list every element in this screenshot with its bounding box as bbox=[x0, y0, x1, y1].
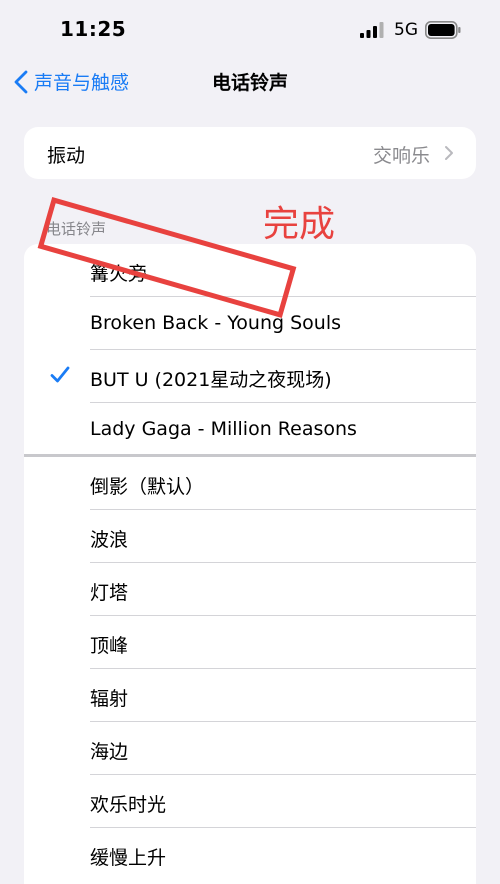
chevron-right-icon bbox=[445, 146, 453, 160]
list-item-ringtone[interactable]: 海边 bbox=[24, 722, 476, 775]
list-item-ringtone[interactable]: 波浪 bbox=[24, 510, 476, 563]
list-item-ringtone[interactable]: Lady Gaga - Million Reasons bbox=[24, 403, 476, 456]
page-title: 电话铃声 bbox=[211, 72, 288, 94]
ringtone-list: 篝火旁 Broken Back - Young Souls BUT U (202… bbox=[24, 244, 476, 884]
ringtone-label: 灯塔 bbox=[90, 582, 129, 604]
ringtone-label: 欢乐时光 bbox=[90, 794, 167, 816]
ringtone-label: 倒影（默认） bbox=[90, 476, 205, 498]
ringtone-label: 顶峰 bbox=[90, 635, 129, 657]
ringtone-label: Lady Gaga - Million Reasons bbox=[90, 418, 357, 440]
list-item-ringtone[interactable]: 欢乐时光 bbox=[24, 775, 476, 828]
ringtone-label: BUT U (2021星动之夜现场) bbox=[90, 369, 332, 391]
checkmark-icon bbox=[50, 366, 70, 383]
list-item-ringtone[interactable]: 灯塔 bbox=[24, 563, 476, 616]
list-item-ringtone[interactable]: 辐射 bbox=[24, 669, 476, 722]
vibration-value: 交响乐 bbox=[372, 145, 430, 167]
ringtone-label: 波浪 bbox=[90, 529, 129, 551]
ringtone-label: 缓慢上升 bbox=[90, 847, 167, 869]
list-item-ringtone[interactable]: 倒影（默认） bbox=[24, 457, 476, 510]
list-item-ringtone-selected[interactable]: BUT U (2021星动之夜现场) bbox=[24, 350, 476, 403]
ringtone-label: Broken Back - Young Souls bbox=[90, 312, 342, 334]
battery-icon bbox=[425, 21, 461, 39]
vibration-label: 振动 bbox=[47, 145, 86, 167]
navigation-bar: 声音与触感 电话铃声 bbox=[0, 60, 500, 104]
vibration-row[interactable]: 振动 交响乐 bbox=[24, 127, 476, 179]
annotation-label: 完成 bbox=[263, 204, 336, 245]
status-time: 11:25 bbox=[60, 17, 127, 41]
list-item-ringtone[interactable]: 顶峰 bbox=[24, 616, 476, 669]
ringtone-label: 海边 bbox=[90, 741, 129, 763]
ringtone-label: 辐射 bbox=[90, 688, 129, 710]
list-item-ringtone[interactable]: 缓慢上升 bbox=[24, 828, 476, 881]
network-type: 5G bbox=[394, 20, 418, 40]
status-bar: 11:25 5G bbox=[0, 0, 500, 58]
cellular-signal-icon bbox=[360, 22, 384, 38]
